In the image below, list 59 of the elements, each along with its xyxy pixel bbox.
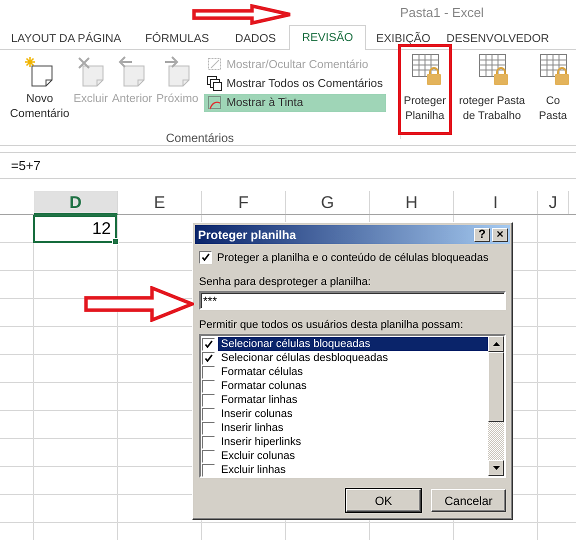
down-triangle-icon (492, 466, 500, 470)
fill-handle[interactable] (112, 238, 119, 245)
ribbon-tab[interactable]: REVISÃO (288, 25, 366, 50)
checkbox[interactable] (202, 422, 215, 434)
protect-button[interactable]: Proteger Planilha (398, 44, 452, 135)
checkbox-label[interactable]: Proteger a planilha e o conteúdo de células bloqueadas (217, 252, 489, 264)
checkbox[interactable] (202, 436, 215, 448)
checkbox[interactable] (202, 380, 215, 392)
column-header[interactable]: J (538, 191, 569, 214)
dialog-title: Proteger planilha (198, 228, 298, 242)
checkbox[interactable] (202, 338, 215, 350)
permission-item[interactable]: Excluir linhas (201, 463, 488, 477)
scroll-up-button[interactable] (488, 336, 504, 352)
group-label: Comentários (164, 131, 235, 145)
field-label: Senha para desproteger a planilha: (199, 276, 372, 288)
ribbon-tab[interactable]: FÓRMULAS (144, 26, 210, 50)
window-title: Pasta1 - Excel (400, 5, 484, 20)
up-triangle-icon (492, 342, 500, 346)
stacked-notes-icon (207, 76, 224, 92)
column-header[interactable]: G (286, 191, 370, 214)
checkbox[interactable] (202, 394, 215, 406)
ribbon-tab[interactable]: LAYOUT DA PÁGINA (10, 26, 122, 50)
help-button[interactable]: ? (474, 228, 490, 242)
permission-item[interactable]: Formatar colunas (201, 379, 488, 393)
column-header[interactable]: I (454, 191, 538, 214)
dialog-button[interactable]: Cancelar (431, 489, 506, 512)
checkbox[interactable] (202, 352, 215, 364)
column-header[interactable]: E (118, 191, 202, 214)
column-header[interactable]: H (370, 191, 454, 214)
checkbox[interactable] (202, 450, 215, 462)
column-header[interactable]: F (202, 191, 286, 214)
dialog-button[interactable]: OK (346, 489, 421, 512)
checkbox[interactable] (202, 366, 215, 378)
ribbon-tab[interactable]: DADOS (234, 26, 277, 50)
scrollbar[interactable] (488, 336, 504, 476)
checkbox[interactable] (202, 408, 215, 420)
close-button[interactable]: × (492, 228, 508, 242)
scroll-down-button[interactable] (488, 460, 504, 476)
list-label: Permitir que todos os usuários desta planilha possam: (199, 319, 464, 331)
permission-item[interactable]: Formatar células (201, 365, 488, 379)
comment-button[interactable]: Novo Comentário (8, 56, 72, 122)
ink-note-icon (207, 95, 224, 111)
password-field[interactable]: *** (199, 291, 506, 310)
permission-item[interactable]: Formatar linhas (201, 393, 488, 407)
scroll-thumb[interactable] (488, 352, 504, 422)
checkbox[interactable] (199, 251, 212, 264)
formula-field[interactable]: =5+7 (0, 153, 576, 178)
permission-item[interactable]: Selecionar células desbloqueadas (201, 351, 488, 365)
permission-item[interactable]: Excluir colunas (201, 449, 488, 463)
comment-option[interactable]: Mostrar à Tinta (204, 94, 386, 112)
permission-item[interactable]: Inserir hiperlinks (201, 435, 488, 449)
permission-item[interactable]: Inserir linhas (201, 421, 488, 435)
check-icon (201, 253, 210, 262)
selected-cell[interactable]: 12 (33, 215, 117, 243)
comment-option[interactable]: Mostrar Todos os Comentários (204, 75, 386, 93)
note-pencil-icon (207, 57, 224, 73)
permission-item[interactable]: Inserir colunas (201, 407, 488, 421)
checkbox[interactable] (202, 464, 215, 476)
column-header[interactable]: D (34, 191, 118, 215)
